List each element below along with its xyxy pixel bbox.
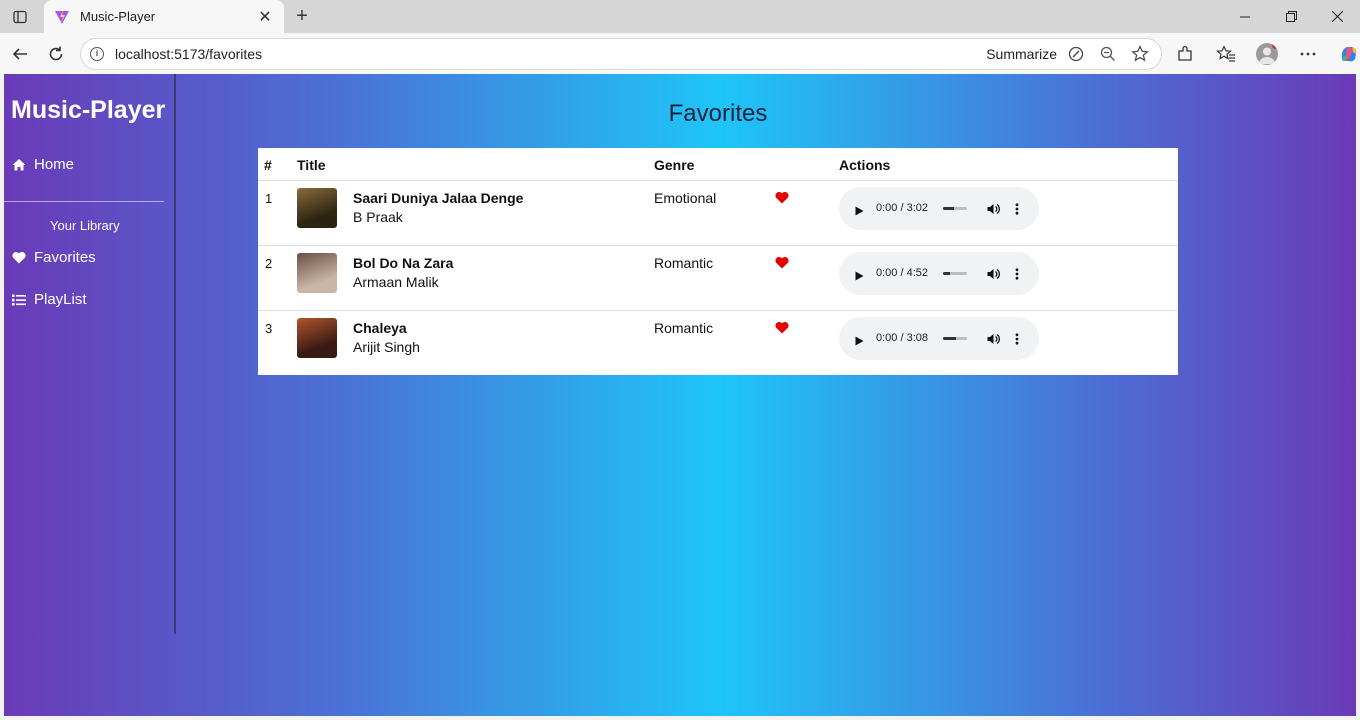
more-vertical-icon[interactable]: [1015, 332, 1019, 350]
favorites-collection-icon[interactable]: [1213, 41, 1239, 67]
play-icon[interactable]: [855, 203, 864, 221]
brand-title: Music-Player: [11, 96, 166, 124]
notification-dot: [1272, 43, 1278, 49]
volume-level: [943, 337, 957, 340]
sidebar-item-label: PlayList: [34, 291, 87, 308]
volume-slider[interactable]: [943, 207, 967, 210]
refresh-icon[interactable]: [44, 42, 68, 66]
site-info-icon[interactable]: i: [90, 47, 104, 61]
close-window-button[interactable]: [1314, 0, 1360, 33]
restore-button[interactable]: [1268, 0, 1314, 33]
song-genre: Romantic: [654, 255, 714, 271]
song-genre: Emotional: [654, 190, 717, 206]
back-arrow-icon[interactable]: [8, 42, 32, 66]
column-header-num: #: [264, 157, 272, 173]
tab-title: Music-Player: [80, 9, 156, 24]
play-icon[interactable]: [855, 333, 864, 351]
more-options-icon[interactable]: [1295, 41, 1321, 67]
browser-tab[interactable]: Music-Player ✕: [44, 0, 284, 33]
zoom-out-icon[interactable]: [1097, 43, 1119, 65]
favorite-heart-icon[interactable]: [775, 191, 789, 205]
song-title: Chaleya: [353, 320, 407, 336]
url-text[interactable]: localhost:5173/favorites: [115, 46, 986, 62]
sidebar-item-favorites[interactable]: Favorites: [12, 249, 96, 266]
volume-icon[interactable]: [987, 202, 1000, 220]
minimize-button[interactable]: [1222, 0, 1268, 33]
sidebar-item-label: Home: [34, 156, 75, 173]
vite-logo-icon: [54, 9, 70, 25]
new-tab-button[interactable]: +: [290, 4, 314, 28]
heart-icon: [12, 251, 26, 265]
more-vertical-icon[interactable]: [1015, 267, 1019, 285]
browser-toolbar: [1172, 41, 1360, 67]
home-icon: [12, 158, 26, 172]
profile-avatar[interactable]: [1254, 41, 1280, 67]
sidebar-item-playlist[interactable]: PlayList: [12, 291, 87, 308]
copilot-icon[interactable]: [1336, 41, 1360, 67]
song-genre: Romantic: [654, 320, 714, 336]
audio-time: 0:00 / 4:52: [876, 267, 928, 279]
volume-slider[interactable]: [943, 272, 967, 275]
play-icon[interactable]: [855, 268, 864, 286]
column-header-title: Title: [297, 157, 326, 173]
table-row: 3 Chaleya Arijit Singh Romantic 0:00 / 3…: [258, 311, 1178, 376]
volume-icon[interactable]: [987, 267, 1000, 285]
extensions-icon[interactable]: [1172, 41, 1198, 67]
sidebar-item-label: Favorites: [34, 249, 96, 266]
sidebar-section-title: Your Library: [50, 218, 120, 233]
column-header-genre: Genre: [654, 157, 695, 173]
song-title: Bol Do Na Zara: [353, 255, 454, 271]
sidebar-divider: [4, 201, 164, 202]
list-icon: [12, 293, 26, 307]
song-artist: Arijit Singh: [353, 339, 420, 355]
audio-time: 0:00 / 3:02: [876, 202, 928, 214]
table-row: 2 Bol Do Na Zara Armaan Malik Romantic 0…: [258, 246, 1178, 311]
album-cover-image: [297, 253, 337, 293]
window-controls: [1222, 0, 1360, 33]
volume-level: [943, 207, 954, 210]
audio-player: 0:00 / 4:52: [839, 252, 1039, 295]
column-header-actions: Actions: [839, 157, 891, 173]
sidebar: Music-Player Home Your Library Favorites…: [4, 74, 176, 634]
app-page: Music-Player Home Your Library Favorites…: [4, 74, 1356, 716]
volume-level: [943, 272, 951, 275]
song-artist: B Praak: [353, 209, 403, 225]
album-cover-image: [297, 318, 337, 358]
tab-actions-icon[interactable]: [8, 6, 32, 28]
sidebar-item-home[interactable]: Home: [12, 156, 74, 173]
audio-time: 0:00 / 3:08: [876, 332, 928, 344]
favorites-table: # Title Genre Actions 1 Saari Duniya Jal…: [258, 148, 1178, 375]
tab-close-icon[interactable]: ✕: [256, 7, 274, 27]
audio-player: 0:00 / 3:08: [839, 317, 1039, 360]
browser-tab-bar: Music-Player ✕ +: [0, 0, 1360, 33]
audio-player: 0:00 / 3:02: [839, 187, 1039, 230]
song-title: Saari Duniya Jalaa Denge: [353, 190, 524, 206]
table-header: # Title Genre Actions: [258, 148, 1178, 181]
volume-icon[interactable]: [987, 332, 1000, 350]
copilot-summarize-icon[interactable]: [1065, 43, 1087, 65]
favorite-heart-icon[interactable]: [775, 256, 789, 270]
row-number: 2: [265, 256, 273, 271]
table-row: 1 Saari Duniya Jalaa Denge B Praak Emoti…: [258, 181, 1178, 246]
avatar: [1256, 43, 1278, 65]
volume-slider[interactable]: [943, 337, 967, 340]
page-title: Favorites: [668, 100, 768, 127]
address-bar-row: i localhost:5173/favorites Summarize: [0, 33, 1360, 74]
summarize-button[interactable]: Summarize: [986, 46, 1057, 62]
row-number: 3: [265, 321, 273, 336]
favorite-heart-icon[interactable]: [775, 321, 789, 335]
url-bar[interactable]: i localhost:5173/favorites Summarize: [80, 38, 1162, 70]
favorite-star-icon[interactable]: [1129, 43, 1151, 65]
more-vertical-icon[interactable]: [1015, 202, 1019, 220]
song-artist: Armaan Malik: [353, 274, 439, 290]
album-cover-image: [297, 188, 337, 228]
row-number: 1: [265, 191, 273, 206]
